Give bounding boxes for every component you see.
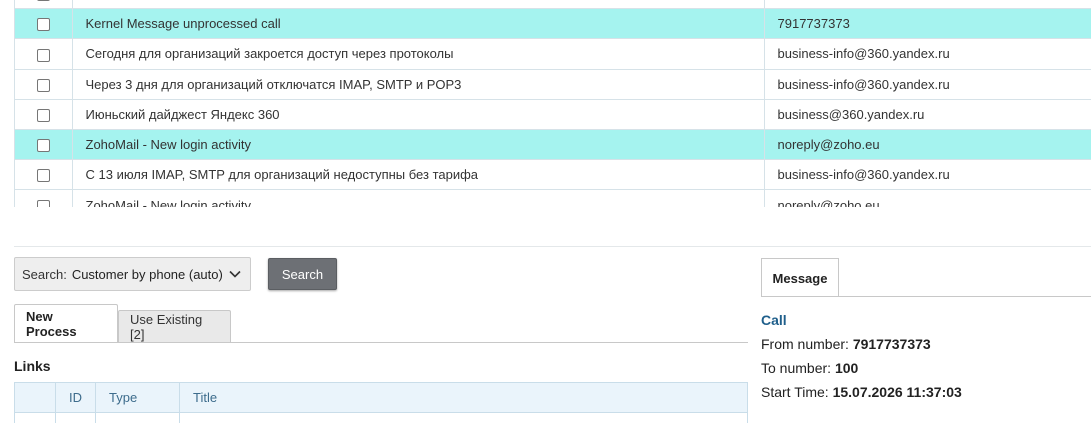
row-select-cell (15, 98, 73, 130)
message-from[interactable]: business-info@360.yandex.ru (764, 159, 1091, 190)
message-subject[interactable]: Через 3 дня для организаций отключатся I… (72, 68, 765, 100)
divider (14, 246, 1091, 247)
to-number-value: 100 (834, 360, 859, 376)
message-list: Kernel Message unprocessed call 791773737… (14, 0, 1091, 207)
start-time-value: 15.07.2026 11:37:03 (832, 384, 962, 400)
from-number-value: 7917737373 (852, 336, 931, 352)
row-checkbox[interactable] (36, 199, 50, 207)
search-mode-value: Customer by phone (auto) (71, 266, 223, 282)
message-from[interactable]: business-info@360.yandex.ru (764, 68, 1091, 100)
message-subject[interactable]: Сегодня для организаций закроется доступ… (72, 38, 765, 70)
message-from[interactable]: noreply@zoho.eu (764, 189, 1091, 207)
search-mode-select[interactable]: Search: Customer by phone (auto) (14, 257, 251, 291)
row-checkbox[interactable] (36, 48, 50, 62)
message-subject[interactable]: Июньский дайджест Яндекс 360 (72, 98, 765, 130)
row-checkbox[interactable] (36, 78, 50, 92)
links-cell (15, 413, 56, 423)
message-subject[interactable]: ZohoMail - New login activity (72, 128, 765, 160)
table-row[interactable]: ZohoMail - New login activity noreply@zoh… (15, 189, 1091, 207)
links-col-select (15, 383, 56, 412)
tabs-baseline (14, 342, 748, 343)
table-row[interactable]: Июньский дайджест Яндекс 360 business@360… (15, 98, 1091, 130)
chevron-down-icon (229, 270, 241, 278)
links-col-type[interactable]: Type (96, 383, 180, 412)
row-select-cell (15, 159, 73, 190)
table-row[interactable]: Kernel Message unprocessed call 791773737… (15, 8, 1091, 39)
message-type: Call (761, 312, 787, 328)
table-row[interactable]: С 13 июля IMAP, SMTP для организаций нед… (15, 159, 1091, 190)
search-label: Search: (22, 266, 67, 282)
links-col-id[interactable]: ID (56, 383, 96, 412)
links-col-title[interactable]: Title (180, 383, 747, 412)
row-select-cell (15, 128, 73, 160)
message-tab-baseline (761, 296, 1091, 297)
from-number-line: From number: 7917737373 (761, 336, 931, 352)
table-row[interactable]: Сегодня для организаций закроется доступ… (15, 38, 1091, 70)
message-from[interactable] (764, 0, 1091, 9)
start-time-line: Start Time: 15.07.2026 11:37:03 (761, 384, 962, 400)
links-title: Links (14, 358, 51, 374)
row-checkbox[interactable] (36, 169, 50, 183)
links-table-row (14, 413, 748, 423)
table-row[interactable] (15, 0, 1091, 9)
tab-use-existing[interactable]: Use Existing [2] (118, 310, 231, 342)
message-subject[interactable]: ZohoMail - New login activity (72, 189, 765, 207)
row-checkbox[interactable] (36, 139, 50, 153)
row-select-cell (15, 0, 73, 9)
table-row[interactable]: ZohoMail - New login activity noreply@zoh… (15, 128, 1091, 160)
from-number-label: From number: (761, 336, 849, 352)
search-button[interactable]: Search (268, 258, 337, 290)
tab-new-process[interactable]: New Process (14, 304, 118, 343)
start-time-label: Start Time: (761, 384, 829, 400)
links-table-header: ID Type Title (14, 382, 748, 413)
row-select-cell (15, 68, 73, 100)
row-select-cell (15, 189, 73, 207)
tab-message[interactable]: Message (761, 258, 839, 297)
message-from[interactable]: noreply@zoho.eu (764, 128, 1091, 160)
row-checkbox[interactable] (36, 0, 50, 2)
message-from[interactable]: business-info@360.yandex.ru (764, 38, 1091, 70)
row-checkbox[interactable] (36, 18, 50, 32)
message-subject[interactable]: С 13 июля IMAP, SMTP для организаций нед… (72, 159, 765, 190)
row-checkbox[interactable] (36, 108, 50, 122)
links-cell (96, 413, 180, 423)
row-select-cell (15, 8, 73, 39)
row-select-cell (15, 38, 73, 70)
message-from[interactable]: business@360.yandex.ru (764, 98, 1091, 130)
message-subject[interactable]: Kernel Message unprocessed call (72, 8, 765, 39)
to-number-label: To number: (761, 360, 832, 376)
table-row[interactable]: Через 3 дня для организаций отключатся I… (15, 68, 1091, 100)
to-number-line: To number: 100 (761, 360, 858, 376)
message-from[interactable]: 7917737373 (764, 8, 1091, 39)
message-table: Kernel Message unprocessed call 791773737… (15, 0, 1091, 207)
links-cell (56, 413, 96, 423)
message-subject[interactable] (72, 0, 765, 9)
